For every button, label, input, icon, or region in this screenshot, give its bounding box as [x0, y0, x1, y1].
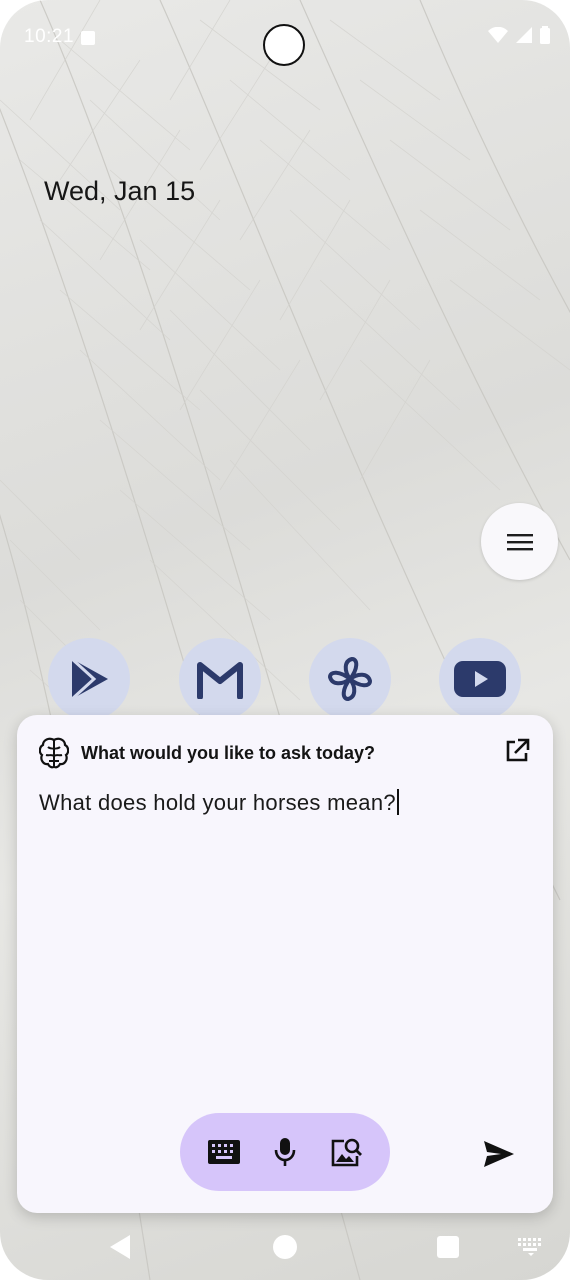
home-date[interactable]: Wed, Jan 15	[44, 176, 195, 207]
wifi-icon	[488, 27, 508, 43]
youtube-app[interactable]	[439, 638, 521, 720]
text-cursor	[396, 789, 399, 815]
youtube-icon	[454, 661, 506, 697]
play-store-icon	[70, 657, 108, 701]
send-button[interactable]	[475, 1130, 523, 1178]
hamburger-menu-icon	[506, 533, 533, 550]
brain-icon	[39, 737, 69, 769]
navigation-bar	[0, 1218, 570, 1280]
keyboard-button[interactable]	[200, 1128, 248, 1176]
voice-input-button[interactable]	[261, 1128, 309, 1176]
status-bar: 10:21	[0, 0, 570, 76]
keyboard-switch-icon[interactable]	[518, 1238, 544, 1256]
back-icon[interactable]	[108, 1234, 132, 1260]
assistant-panel: What would you like to ask today? What d…	[17, 715, 553, 1213]
home-icon[interactable]	[273, 1235, 297, 1259]
image-search-icon	[331, 1138, 362, 1167]
signal-icon	[516, 27, 532, 43]
query-text: What does hold your horses mean?	[39, 790, 396, 815]
gmail-icon	[197, 662, 243, 699]
keyboard-icon	[208, 1140, 241, 1164]
battery-icon	[540, 26, 550, 44]
assistant-header: What would you like to ask today?	[39, 737, 531, 769]
assistant-title: What would you like to ask today?	[81, 743, 376, 763]
pinwheel-icon	[328, 657, 372, 701]
phone-screen: 10:21 Wed, Jan 15 What would you like to…	[0, 0, 570, 1280]
gmail-app[interactable]	[179, 638, 261, 720]
send-icon	[484, 1141, 514, 1167]
system-icons	[488, 26, 550, 44]
query-input[interactable]: What does hold your horses mean?	[39, 789, 399, 816]
front-camera	[263, 24, 305, 66]
input-mode-toolbar	[180, 1113, 390, 1191]
pinwheel-app[interactable]	[309, 638, 391, 720]
microphone-icon	[274, 1138, 296, 1166]
notification-a-icon	[81, 31, 95, 45]
play-store-app[interactable]	[48, 638, 130, 720]
recents-icon[interactable]	[437, 1236, 459, 1258]
menu-button[interactable]	[481, 503, 558, 580]
status-time: 10:21	[24, 26, 75, 47]
image-search-button[interactable]	[322, 1128, 370, 1176]
open-external-icon[interactable]	[503, 737, 531, 765]
